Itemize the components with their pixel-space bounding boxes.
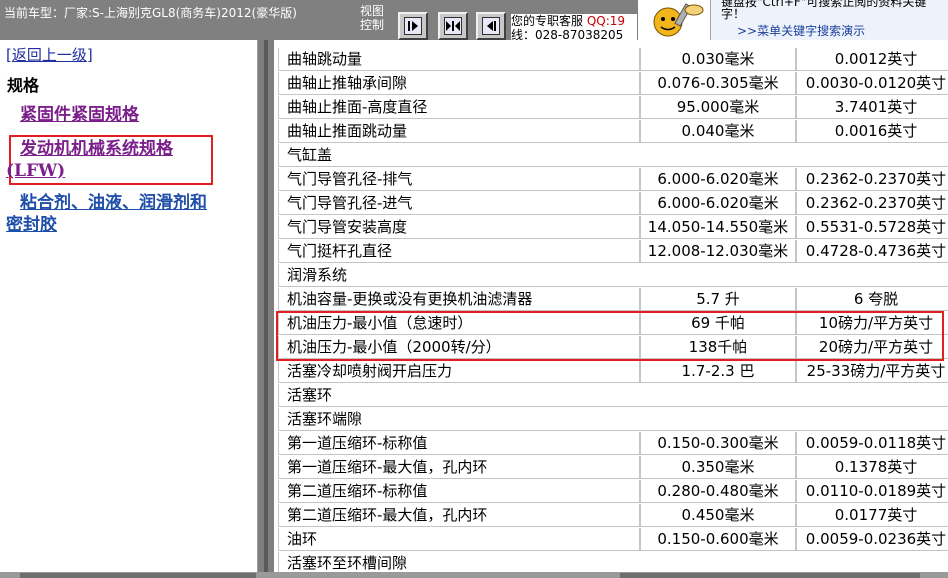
support-label: 您的专职客服: [511, 14, 584, 28]
metric-value: 12.008-12.030毫米: [640, 240, 796, 263]
metric-value: 1.7-2.3 巴: [640, 360, 796, 383]
nav-link-adhesives-fluids-line2[interactable]: 密封胶: [6, 214, 57, 236]
view-control-label: 视图控制: [360, 4, 385, 32]
imperial-value: 0.1378英寸: [796, 456, 948, 479]
nav-link-engine-mechanical-specs[interactable]: 发动机机械系统规格: [20, 138, 173, 160]
support-info: 您的专职客服 QQ:19 线：028-87038205: [511, 14, 637, 40]
pane-splitter[interactable]: [258, 40, 274, 572]
expand-arrows-icon: [444, 17, 462, 35]
nav-link-engine-mechanical-specs-line2[interactable]: (LFW): [6, 160, 65, 182]
spec-name: 曲轴跳动量: [278, 48, 640, 71]
nav-link-label: 粘合剂、油液、润滑剂和: [20, 193, 207, 213]
highlight-box-oil-pressure: [276, 311, 944, 361]
section-label: 活塞环端隙: [278, 408, 948, 431]
vehicle-label: 当前车型：厂家:S-上海别克GL8(商务车)2012(豪华版): [4, 6, 297, 20]
expand-view-button[interactable]: [438, 12, 468, 40]
spec-name: 曲轴止推面跳动量: [278, 120, 640, 143]
splitter-line: [264, 40, 268, 572]
status-segment: [20, 573, 256, 578]
spec-name: 气门导管孔径-排气: [278, 168, 640, 191]
nav-link-label: 密封胶: [6, 215, 57, 235]
spec-name: 机油容量-更换或没有更换机油滤清器: [278, 288, 640, 311]
nav-link-label: 紧固件紧固规格: [20, 105, 139, 125]
imperial-value: 0.0059-0.0236英寸: [796, 528, 948, 551]
nav-link-fastener-specs[interactable]: 紧固件紧固规格: [20, 104, 139, 126]
spec-name: 气门导管安装高度: [278, 216, 640, 239]
skip-start-icon: [404, 17, 422, 35]
status-bar: [0, 572, 948, 578]
imperial-value: 0.2362-0.2370英寸: [796, 168, 948, 191]
spec-name: 油环: [278, 528, 640, 551]
metric-value: 0.030毫米: [640, 48, 796, 71]
section-label: 润滑系统: [278, 264, 948, 287]
section-label: 活塞环: [278, 384, 948, 407]
metric-value: 0.450毫米: [640, 504, 796, 527]
metric-value: 6.000-6.020毫米: [640, 168, 796, 191]
back-link[interactable]: [返回上一级]: [6, 44, 93, 65]
section-label: 活塞环至环槽间隙: [278, 552, 948, 572]
status-segment: [620, 573, 920, 578]
spec-name: 第一道压缩环-标称值: [278, 432, 640, 455]
metric-value: 0.076-0.305毫米: [640, 72, 796, 95]
mascot-icon: [638, 0, 710, 40]
step-back-icon: [482, 17, 500, 35]
nav-link-label: (LFW): [6, 161, 66, 181]
top-toolbar: 当前车型：厂家:S-上海别克GL8(商务车)2012(豪华版) 视图控制 您的专…: [0, 0, 948, 40]
metric-value: 14.050-14.550毫米: [640, 216, 796, 239]
spec-name: 第二道压缩环-标称值: [278, 480, 640, 503]
nav-link-label: 发动机机械系统规格: [20, 139, 173, 159]
search-demo-link[interactable]: >>菜单关键字搜索演示: [737, 25, 865, 37]
metric-value: 0.150-0.300毫米: [640, 432, 796, 455]
tips-line-1: 键盘按"Ctrl+F"可搜索正阅的资料关键: [721, 0, 927, 9]
spec-name: 气门挺杆孔直径: [278, 240, 640, 263]
metric-value: 0.280-0.480毫米: [640, 480, 796, 503]
imperial-value: 0.0012英寸: [796, 48, 948, 71]
spec-name: 气门导管孔径-进气: [278, 192, 640, 215]
imperial-value: 3.7401英寸: [796, 96, 948, 119]
imperial-value: 0.0030-0.0120英寸: [796, 72, 948, 95]
tips-line-2: 字！: [721, 7, 746, 21]
metric-value: 95.000毫米: [640, 96, 796, 119]
spec-name: 曲轴止推面-高度直径: [278, 96, 640, 119]
support-phone: 线：028-87038205: [511, 28, 624, 40]
first-page-button[interactable]: [398, 12, 428, 40]
spec-name: 活塞冷却喷射阀开启压力: [278, 360, 640, 383]
nav-link-adhesives-fluids[interactable]: 粘合剂、油液、润滑剂和: [20, 192, 207, 214]
section-title: 规格: [7, 76, 40, 95]
metric-value: 0.150-0.600毫米: [640, 528, 796, 551]
navigation-pane: [返回上一级] 规格 紧固件紧固规格 发动机机械系统规格 (LFW) 粘合剂、油…: [0, 40, 258, 572]
previous-page-button[interactable]: [476, 12, 506, 40]
metric-value: 6.000-6.020毫米: [640, 192, 796, 215]
section-label: 气缸盖: [278, 144, 948, 167]
support-qq: QQ:19: [586, 14, 626, 28]
metric-value: 5.7 升: [640, 288, 796, 311]
spec-name: 曲轴止推轴承间隙: [278, 72, 640, 95]
metric-value: 0.040毫米: [640, 120, 796, 143]
metric-value: 0.350毫米: [640, 456, 796, 479]
spec-table-pane: 曲轴跳动量 0.030毫米 0.0012英寸曲轴止推轴承间隙 0.076-0.305毫…: [274, 40, 948, 572]
imperial-value: 0.0016英寸: [796, 120, 948, 143]
spec-name: 第二道压缩环-最大值，孔内环: [278, 504, 640, 527]
imperial-value: 0.0110-0.0189英寸: [796, 480, 948, 503]
imperial-value: 6 夸脱: [796, 288, 948, 311]
imperial-value: 0.4728-0.4736英寸: [796, 240, 948, 263]
imperial-value: 0.0177英寸: [796, 504, 948, 527]
imperial-value: 0.2362-0.2370英寸: [796, 192, 948, 215]
imperial-value: 0.5531-0.5728英寸: [796, 216, 948, 239]
imperial-value: 0.0059-0.0118英寸: [796, 432, 948, 455]
spec-name: 第一道压缩环-最大值，孔内环: [278, 456, 640, 479]
search-tips-panel: 键盘按"Ctrl+F"可搜索正阅的资料关键 字！ >>菜单关键字搜索演示: [710, 0, 948, 40]
imperial-value: 25-33磅力/平方英寸: [796, 360, 948, 383]
